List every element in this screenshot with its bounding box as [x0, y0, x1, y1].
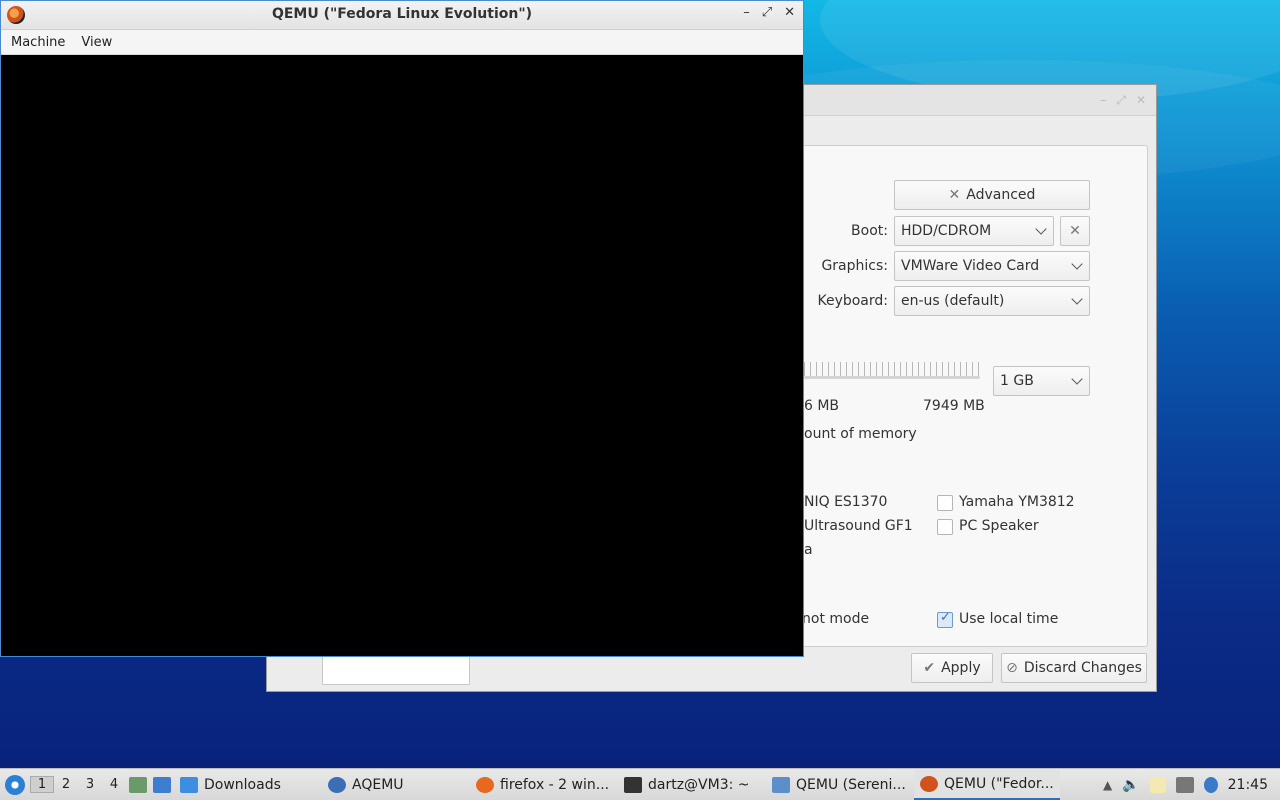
close-icon[interactable]: ✕ — [784, 5, 795, 20]
qemu-titlebar[interactable]: QEMU ("Fedora Linux Evolution") – ⤢ ✕ — [1, 1, 803, 30]
aqemu-maximize-icon[interactable]: ⤢ — [1116, 93, 1126, 108]
desktop-icon — [153, 776, 171, 793]
file-manager-icon — [129, 776, 147, 793]
qemu-window[interactable]: QEMU ("Fedora Linux Evolution") – ⤢ ✕ Ma… — [0, 0, 804, 657]
workspace-1[interactable]: 1 — [30, 776, 54, 793]
folder-icon — [180, 776, 198, 793]
chevron-down-icon — [1035, 223, 1047, 235]
memory-value: 1 GB — [1000, 373, 1034, 389]
taskbar-item-downloads[interactable]: Downloads — [174, 770, 322, 800]
network-icon[interactable] — [1175, 776, 1194, 793]
discard-label: Discard Changes — [1023, 660, 1142, 676]
aqemu-icon — [328, 776, 346, 793]
aqemu-close-icon[interactable]: ✕ — [1136, 93, 1146, 108]
use-local-time-checkbox[interactable] — [937, 610, 953, 628]
memory-slider[interactable] — [804, 376, 980, 379]
boot-combo[interactable]: HDD/CDROM — [894, 216, 1054, 246]
yamaha-checkbox[interactable] — [937, 495, 953, 511]
snapshot-mode-label: not mode — [802, 611, 870, 627]
taskbar-item-firefox[interactable]: firefox - 2 win... — [470, 770, 618, 800]
chevron-down-icon — [1071, 373, 1083, 385]
taskbar-item-label: AQEMU — [352, 776, 404, 793]
system-tray: ▲ 🔈 21:45 — [1103, 776, 1280, 793]
advanced-label: Advanced — [966, 187, 1036, 203]
keyboard-value: en-us (default) — [901, 293, 1005, 309]
qemu-icon — [920, 775, 938, 792]
clock[interactable]: 21:45 — [1228, 777, 1268, 793]
graphics-combo[interactable]: VMWare Video Card — [894, 251, 1090, 281]
taskbar-item-terminal[interactable]: dartz@VM3: ~ — [618, 770, 766, 800]
checkmark-icon: ✔ — [923, 660, 936, 676]
show-desktop-launcher[interactable] — [150, 770, 174, 800]
memory-min-label: 6 MB — [804, 398, 840, 414]
qemu-menubar: Machine View — [1, 30, 803, 55]
cancel-icon: ⊘ — [1006, 660, 1018, 676]
workspace-3[interactable]: 3 — [78, 777, 102, 792]
taskbar-item-qemu-fedora[interactable]: QEMU ("Fedor... — [914, 769, 1060, 800]
start-menu-button[interactable] — [0, 770, 30, 800]
vm-name-field[interactable] — [322, 656, 470, 685]
sound-gus-label: Ultrasound GF1 — [804, 518, 913, 534]
maximize-icon[interactable]: ⤢ — [762, 5, 772, 20]
start-menu-icon — [5, 774, 25, 795]
tools-icon: ✕ — [1069, 223, 1081, 239]
taskbar-item-label: QEMU (Sereni... — [796, 776, 906, 793]
boot-settings-button[interactable]: ✕ — [1060, 216, 1090, 246]
menu-machine[interactable]: Machine — [11, 35, 65, 50]
chevron-down-icon — [1071, 258, 1083, 270]
boot-value: HDD/CDROM — [901, 223, 992, 239]
memory-note-label: ount of memory — [804, 426, 917, 442]
pc-speaker-checkbox[interactable] — [937, 519, 953, 535]
notification-icon[interactable] — [1203, 776, 1218, 793]
boot-label: Boot: — [851, 223, 888, 239]
volume-icon[interactable]: 🔈 — [1122, 777, 1139, 793]
workspace-4[interactable]: 4 — [102, 777, 126, 792]
apply-button[interactable]: ✔ Apply — [911, 653, 993, 683]
advanced-button[interactable]: ✕ Advanced — [894, 180, 1090, 210]
graphics-value: VMWare Video Card — [901, 258, 1040, 274]
vm-display[interactable] — [1, 56, 803, 656]
sound-es1370-label: NIQ ES1370 — [804, 494, 888, 510]
workspace-2[interactable]: 2 — [54, 777, 78, 792]
apply-label: Apply — [941, 660, 981, 676]
menu-view[interactable]: View — [81, 35, 112, 50]
minimize-icon[interactable]: – — [743, 5, 750, 20]
memory-max-label: 7949 MB — [923, 398, 985, 414]
clipboard-icon[interactable] — [1149, 776, 1166, 793]
taskbar-item-label: Downloads — [204, 776, 281, 793]
taskbar-item-aqemu[interactable]: AQEMU — [322, 770, 470, 800]
taskbar-item-label: dartz@VM3: ~ — [648, 776, 750, 793]
pc-speaker-label: PC Speaker — [959, 518, 1039, 534]
firefox-icon — [476, 776, 494, 793]
aqemu-minimize-icon[interactable]: – — [1100, 93, 1106, 108]
yamaha-label: Yamaha YM3812 — [959, 494, 1075, 510]
window-icon — [772, 776, 790, 793]
discard-changes-button[interactable]: ⊘ Discard Changes — [1001, 653, 1147, 683]
keyboard-label: Keyboard: — [817, 293, 888, 309]
terminal-icon — [624, 776, 642, 793]
taskbar-item-label: QEMU ("Fedor... — [944, 775, 1054, 792]
taskbar-item-qemu-serenity[interactable]: QEMU (Sereni... — [766, 770, 914, 800]
tools-icon: ✕ — [948, 187, 961, 203]
sound-partial-label: a — [804, 542, 813, 558]
tray-expand-icon[interactable]: ▲ — [1103, 778, 1112, 792]
memory-slider-ticks — [804, 362, 980, 376]
graphics-label: Graphics: — [821, 258, 888, 274]
taskbar-item-label: firefox - 2 win... — [500, 776, 610, 793]
file-manager-launcher[interactable] — [126, 770, 150, 800]
use-local-time-label: Use local time — [959, 611, 1059, 627]
keyboard-combo[interactable]: en-us (default) — [894, 286, 1090, 316]
memory-combo[interactable]: 1 GB — [993, 366, 1090, 396]
taskbar: 1 2 3 4 Downloads AQEMU firefox - 2 win.… — [0, 768, 1280, 800]
qemu-window-title: QEMU ("Fedora Linux Evolution") — [271, 6, 533, 22]
chevron-down-icon — [1071, 293, 1083, 305]
